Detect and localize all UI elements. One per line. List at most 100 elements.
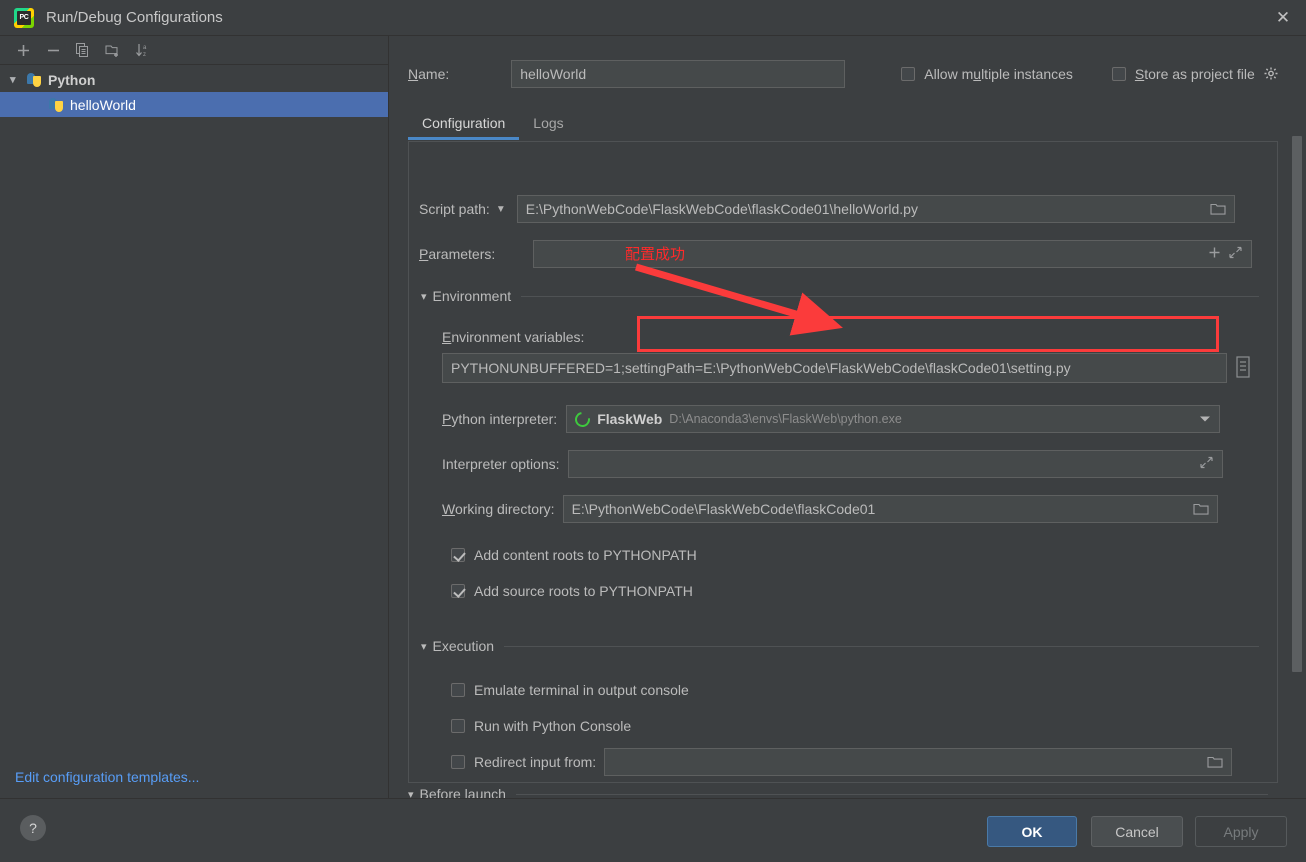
interpreter-options-row: Interpreter options: — [442, 449, 1272, 479]
tree-group-label: Python — [48, 71, 96, 88]
svg-text:a: a — [143, 45, 147, 51]
tab-logs[interactable]: Logs — [519, 111, 577, 140]
configuration-editor-panel: Name: helloWorld Allow multiple instance… — [389, 36, 1306, 802]
python-interpreter-label: Python interpreter: — [442, 411, 558, 427]
emulate-terminal-row: Emulate terminal in output console — [451, 675, 689, 705]
remove-configuration-button[interactable] — [38, 37, 68, 63]
working-directory-row: Working directory: E:\PythonWebCode\Flas… — [442, 494, 1272, 524]
environment-variables-row: PYTHONUNBUFFERED=1;settingPath=E:\Python… — [442, 353, 1262, 383]
script-path-row: Script path: ▼ E:\PythonWebCode\FlaskWeb… — [419, 194, 1269, 224]
store-as-project-file-checkbox[interactable]: Store as project file — [1111, 66, 1255, 82]
folder-browse-icon[interactable] — [1207, 755, 1223, 769]
plus-icon[interactable] — [1208, 246, 1221, 262]
script-path-dropdown-icon[interactable]: ▼ — [496, 204, 506, 215]
environment-variables-label-row: Environment variables: — [442, 322, 584, 352]
add-content-roots-row: Add content roots to PYTHONPATH — [451, 540, 697, 570]
python-icon — [48, 97, 64, 113]
script-path-input[interactable]: E:\PythonWebCode\FlaskWebCode\flaskCode0… — [516, 195, 1235, 223]
script-path-label: Script path: — [419, 201, 490, 217]
sidebar-toolbar: a z — [0, 36, 388, 65]
chevron-down-icon[interactable]: ▾ — [421, 640, 427, 653]
run-with-python-console-label: Run with Python Console — [474, 718, 632, 734]
expand-icon[interactable] — [1199, 456, 1213, 472]
working-directory-input[interactable]: E:\PythonWebCode\FlaskWebCode\flaskCode0… — [562, 495, 1218, 523]
help-button[interactable]: ? — [20, 815, 46, 841]
add-source-roots-checkbox[interactable]: Add source roots to PYTHONPATH — [451, 583, 693, 599]
chevron-down-icon[interactable]: ▾ — [10, 73, 24, 86]
configuration-form: Script path: ▼ E:\PythonWebCode\FlaskWeb… — [408, 141, 1278, 783]
run-with-python-console-row: Run with Python Console — [451, 711, 631, 741]
working-directory-label: Working directory: — [442, 501, 555, 517]
dialog-footer: ? OK Cancel Apply — [0, 798, 1306, 862]
name-input[interactable]: helloWorld — [511, 60, 846, 88]
script-path-value: E:\PythonWebCode\FlaskWebCode\flaskCode0… — [525, 201, 918, 217]
name-input-value: helloWorld — [520, 66, 587, 82]
environment-variables-value: PYTHONUNBUFFERED=1;settingPath=E:\Python… — [451, 360, 1071, 376]
red-arrow-icon — [635, 263, 843, 336]
allow-multiple-instances-checkbox[interactable]: Allow multiple instances — [901, 66, 1073, 82]
sort-configurations-button[interactable]: a z — [128, 37, 158, 63]
svg-text:z: z — [143, 52, 146, 58]
environment-section-title: Environment — [432, 288, 512, 304]
interpreter-options-label: Interpreter options: — [442, 456, 560, 472]
editor-tabs: Configuration Logs — [408, 108, 1288, 140]
configurations-tree: ▾ Python helloWorld — [0, 65, 388, 117]
run-debug-configurations-dialog: PC Run/Debug Configurations ✕ a z ▾ Pyth… — [0, 0, 1306, 862]
folder-browse-icon[interactable] — [1193, 502, 1209, 516]
chevron-down-icon[interactable]: ▾ — [421, 290, 427, 303]
parameters-label: Parameters: — [419, 246, 496, 262]
redirect-input-field[interactable] — [604, 748, 1233, 776]
tree-item-label: helloWorld — [70, 96, 136, 113]
working-directory-value: E:\PythonWebCode\FlaskWebCode\flaskCode0… — [571, 501, 876, 517]
checkbox-box — [1111, 67, 1126, 81]
environment-variables-label: Environment variables: — [442, 329, 585, 345]
add-source-roots-row: Add source roots to PYTHONPATH — [451, 576, 693, 606]
ok-button[interactable]: OK — [987, 816, 1077, 847]
python-icon — [26, 72, 42, 88]
emulate-terminal-checkbox[interactable]: Emulate terminal in output console — [451, 682, 689, 698]
run-with-python-console-checkbox[interactable]: Run with Python Console — [451, 718, 631, 734]
redirect-input-label: Redirect input from: — [474, 754, 597, 770]
python-interpreter-select[interactable]: FlaskWeb D:\Anaconda3\envs\FlaskWeb\pyth… — [566, 405, 1221, 433]
new-folder-button[interactable] — [98, 37, 128, 63]
window-title: Run/Debug Configurations — [46, 9, 223, 26]
redirect-input-checkbox[interactable]: Redirect input from: — [451, 754, 596, 770]
checkbox-box — [451, 755, 465, 769]
python-interpreter-row: Python interpreter: FlaskWeb D:\Anaconda… — [442, 404, 1272, 434]
interpreter-options-input[interactable] — [567, 450, 1223, 478]
apply-button[interactable]: Apply — [1195, 816, 1287, 847]
tree-group-python[interactable]: ▾ Python — [0, 67, 388, 92]
expand-icon[interactable] — [1229, 246, 1242, 262]
tab-configuration[interactable]: Configuration — [408, 111, 520, 140]
python-interpreter-name: FlaskWeb — [597, 411, 663, 427]
add-content-roots-label: Add content roots to PYTHONPATH — [474, 547, 697, 563]
python-interpreter-path: D:\Anaconda3\envs\FlaskWeb\python.exe — [669, 412, 902, 426]
cancel-button[interactable]: Cancel — [1091, 816, 1183, 847]
vertical-scrollbar-thumb[interactable] — [1292, 136, 1302, 672]
tree-item-helloworld[interactable]: helloWorld — [0, 92, 388, 117]
checkbox-box — [451, 719, 465, 733]
redirect-input-row: Redirect input from: — [451, 747, 1261, 777]
list-editor-icon[interactable] — [1233, 355, 1253, 382]
configurations-sidebar: a z ▾ Python helloWorld Edit configurati… — [0, 36, 389, 798]
name-row: Name: helloWorld Allow multiple instance… — [408, 58, 1288, 90]
add-content-roots-checkbox[interactable]: Add content roots to PYTHONPATH — [451, 547, 697, 563]
gear-icon[interactable] — [1263, 66, 1279, 82]
add-source-roots-label: Add source roots to PYTHONPATH — [474, 583, 693, 599]
store-as-project-file-label: Store as project file — [1134, 66, 1255, 82]
title-bar: PC Run/Debug Configurations ✕ — [0, 0, 1306, 36]
section-divider — [515, 793, 1268, 795]
pycharm-icon-label: PC — [17, 10, 31, 25]
anaconda-icon — [572, 408, 594, 430]
copy-configuration-button[interactable] — [68, 37, 98, 63]
edit-configuration-templates-link[interactable]: Edit configuration templates... — [15, 769, 199, 785]
checkbox-box — [901, 67, 916, 81]
close-icon[interactable]: ✕ — [1260, 0, 1306, 35]
execution-section-header[interactable]: ▾ Execution — [421, 638, 1259, 654]
add-configuration-button[interactable] — [8, 37, 38, 63]
chevron-down-icon[interactable] — [1200, 416, 1211, 422]
environment-variables-input[interactable]: PYTHONUNBUFFERED=1;settingPath=E:\Python… — [442, 353, 1227, 383]
folder-browse-icon[interactable] — [1210, 202, 1226, 216]
emulate-terminal-label: Emulate terminal in output console — [474, 682, 689, 698]
checkbox-box — [451, 548, 465, 562]
